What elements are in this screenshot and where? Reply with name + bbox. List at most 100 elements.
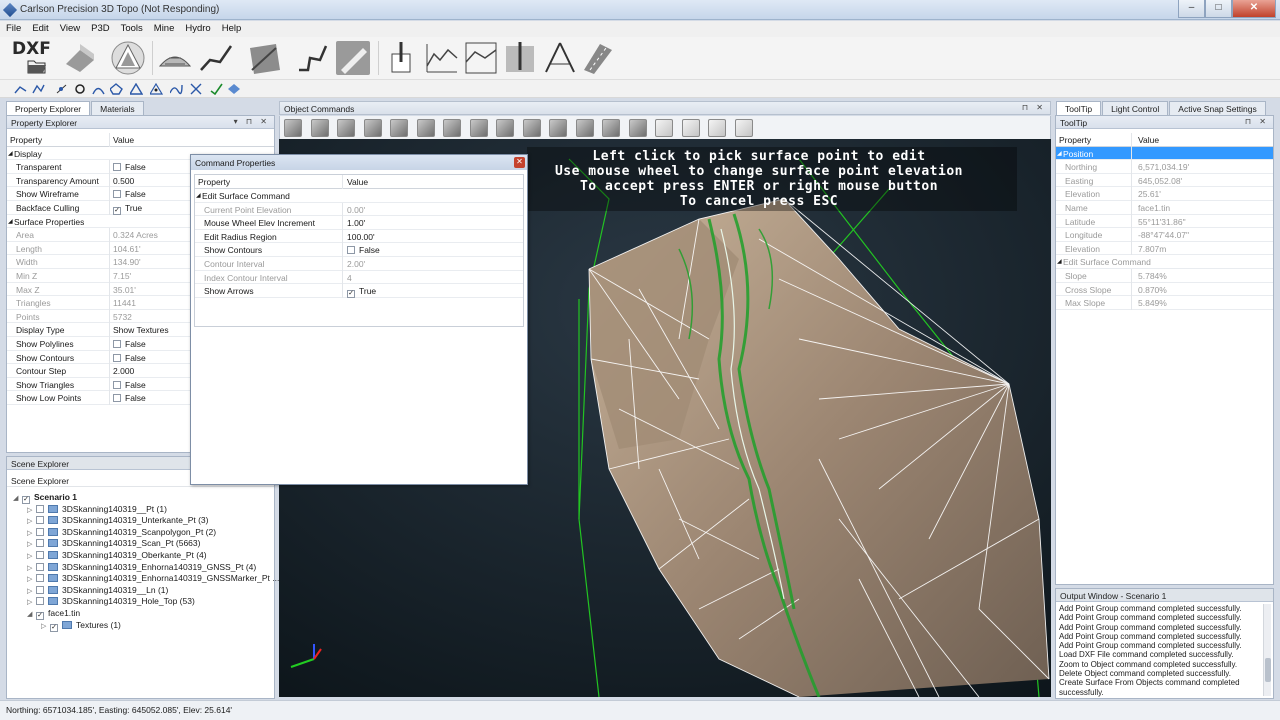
- property-row[interactable]: ◢ Edit Surface Command: [195, 189, 523, 203]
- draw-polyline-icon[interactable]: [32, 83, 45, 95]
- tree-item[interactable]: ▷ 3DSkanning140319_Oberkante_Pt (4): [27, 550, 207, 560]
- draw-arc-icon[interactable]: [92, 83, 105, 95]
- expand-arrow-icon[interactable]: ▷: [27, 506, 36, 514]
- section-icon[interactable]: [463, 40, 499, 76]
- tree-item[interactable]: ◢ ✓ Scenario 1: [13, 492, 77, 504]
- property-row[interactable]: Max Slope 5.849%: [1056, 296, 1273, 310]
- expand-arrow-icon[interactable]: ▷: [27, 587, 36, 595]
- road-icon[interactable]: [580, 40, 616, 76]
- menu-help[interactable]: Help: [216, 21, 247, 34]
- object-command-icon[interactable]: [284, 119, 302, 137]
- object-command-icon[interactable]: [443, 119, 461, 137]
- draw-curve-icon[interactable]: [170, 83, 183, 95]
- property-value[interactable]: False: [113, 380, 146, 390]
- object-command-icon[interactable]: [708, 119, 726, 137]
- checkbox[interactable]: [36, 516, 44, 525]
- draw-node-icon[interactable]: [55, 83, 68, 95]
- output-scroll-thumb[interactable]: [1265, 658, 1271, 682]
- checkbox[interactable]: ✓: [347, 290, 355, 299]
- open-folder-icon[interactable]: [26, 57, 48, 75]
- tab-materials[interactable]: Materials: [91, 101, 144, 115]
- measure-icon[interactable]: [542, 40, 578, 76]
- draw-circle-icon[interactable]: [74, 83, 87, 95]
- pin-icon[interactable]: ▾ ⊓ ✕: [234, 117, 270, 126]
- property-value[interactable]: 7.15': [113, 271, 131, 281]
- property-value[interactable]: False: [113, 353, 146, 363]
- checkbox[interactable]: [36, 527, 44, 536]
- points-icon[interactable]: [62, 40, 98, 76]
- object-command-icon[interactable]: [522, 119, 541, 137]
- property-row[interactable]: ◢ Position: [1056, 146, 1273, 161]
- draw-green-icon[interactable]: [210, 83, 223, 95]
- property-value[interactable]: ✓ True: [113, 203, 142, 215]
- property-value[interactable]: 4: [347, 273, 352, 283]
- menu-file[interactable]: File: [0, 21, 26, 34]
- maximize-button[interactable]: □: [1205, 0, 1232, 18]
- property-value[interactable]: 0.00': [347, 205, 365, 215]
- property-row[interactable]: Longitude -88°47'44.07": [1056, 228, 1273, 242]
- checkbox[interactable]: [113, 190, 121, 199]
- tree-item[interactable]: ▷ 3DSkanning140319_Hole_Top (53): [27, 596, 195, 606]
- draw-triangle-icon[interactable]: [130, 83, 143, 95]
- property-row[interactable]: Elevation 7.807m: [1056, 241, 1273, 256]
- object-command-icon[interactable]: [549, 119, 567, 137]
- menu-hydro[interactable]: Hydro: [179, 21, 215, 34]
- property-value[interactable]: 2.00': [347, 259, 365, 269]
- volume-box-icon[interactable]: [384, 40, 420, 76]
- pin-icon[interactable]: ⊓ ✕: [1022, 103, 1046, 112]
- expand-arrow-icon[interactable]: ▷: [27, 575, 36, 583]
- property-row[interactable]: Latitude 55°11'31.86": [1056, 214, 1273, 229]
- object-command-icon[interactable]: [628, 119, 647, 137]
- tree-item[interactable]: ▷ 3DSkanning140319_Enhorna140319_GNSSMark…: [27, 573, 279, 583]
- property-value[interactable]: -88°47'44.07": [1138, 230, 1189, 240]
- tab-active-snap-settings[interactable]: Active Snap Settings: [1169, 101, 1266, 115]
- property-row[interactable]: Northing 6,571,034.19': [1056, 160, 1273, 174]
- erase-icon[interactable]: [190, 83, 203, 95]
- drill-hole-icon[interactable]: [502, 40, 538, 76]
- profile-icon[interactable]: [424, 40, 460, 76]
- checkbox[interactable]: [36, 539, 44, 548]
- property-row[interactable]: Current Point Elevation 0.00': [195, 202, 523, 217]
- pin-icon[interactable]: ⊓ ✕: [1245, 117, 1269, 126]
- breakline-icon[interactable]: [296, 40, 332, 76]
- object-command-icon[interactable]: [575, 119, 594, 137]
- expand-arrow-icon[interactable]: ▷: [27, 529, 36, 537]
- edit-surface-icon[interactable]: [335, 40, 371, 76]
- property-row[interactable]: Show Arrows ✓ True: [195, 284, 523, 299]
- property-value[interactable]: False: [347, 245, 380, 255]
- expand-arrow-icon[interactable]: ▷: [27, 517, 36, 525]
- tab-tooltip[interactable]: ToolTip: [1056, 101, 1102, 115]
- property-value[interactable]: 5.784%: [1138, 271, 1167, 281]
- property-value[interactable]: face1.tin: [1138, 203, 1170, 213]
- property-row[interactable]: Contour Interval 2.00': [195, 256, 523, 271]
- property-value[interactable]: 5732: [113, 312, 132, 322]
- expand-arrow-icon[interactable]: ▷: [27, 564, 36, 572]
- property-row[interactable]: Easting 645,052.08': [1056, 173, 1273, 188]
- menu-edit[interactable]: Edit: [26, 21, 53, 34]
- object-command-icon[interactable]: [602, 119, 620, 137]
- tree-item[interactable]: ▷ ✓ Textures (1): [41, 620, 121, 632]
- checkbox[interactable]: [36, 585, 44, 594]
- property-value[interactable]: 25.61': [1138, 189, 1161, 199]
- property-value[interactable]: 645,052.08': [1138, 176, 1182, 186]
- property-row[interactable]: ◢ Edit Surface Command: [1056, 255, 1273, 269]
- checkbox[interactable]: [113, 394, 121, 403]
- menu-view[interactable]: View: [54, 21, 85, 34]
- tab-property-explorer[interactable]: Property Explorer: [6, 101, 91, 115]
- property-value[interactable]: 134.90': [113, 257, 141, 267]
- property-value[interactable]: 1.00': [347, 218, 365, 228]
- menu-tools[interactable]: Tools: [115, 21, 148, 34]
- object-command-icon[interactable]: [681, 119, 700, 137]
- menu-mine[interactable]: Mine: [148, 21, 180, 34]
- property-value[interactable]: False: [113, 339, 146, 349]
- expand-arrow-icon[interactable]: ◢: [27, 610, 36, 618]
- property-value[interactable]: 55°11'31.86": [1138, 217, 1186, 227]
- property-row[interactable]: Edit Radius Region 100.00': [195, 229, 523, 244]
- tree-item[interactable]: ▷ 3DSkanning140319__Ln (1): [27, 585, 168, 595]
- surface-texture-icon[interactable]: [246, 40, 282, 76]
- property-value[interactable]: 7.807m: [1138, 244, 1166, 254]
- object-command-icon[interactable]: [734, 119, 753, 137]
- tree-item[interactable]: ◢ ✓ face1.tin: [27, 608, 80, 620]
- object-command-icon[interactable]: [496, 119, 514, 137]
- checkbox[interactable]: [36, 574, 44, 583]
